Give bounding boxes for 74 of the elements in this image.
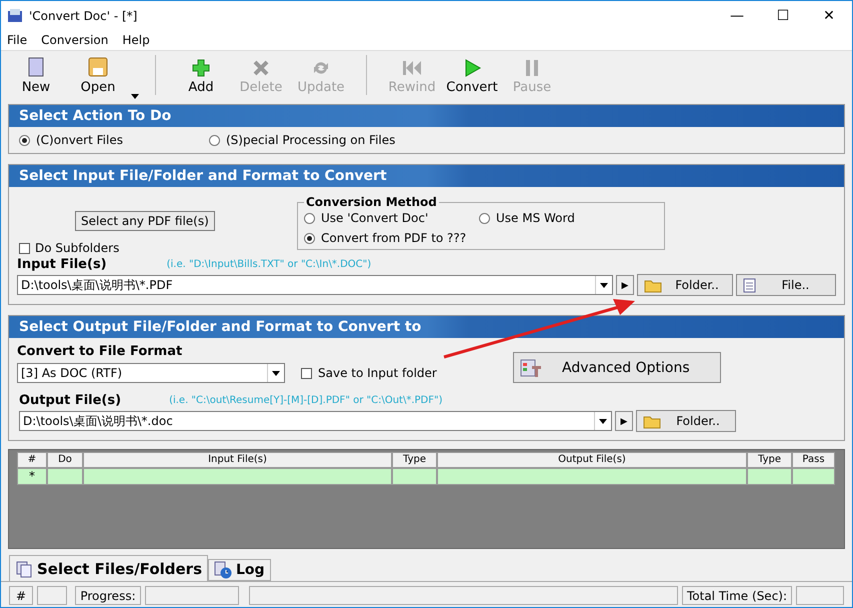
- new-row-marker: *: [17, 468, 47, 486]
- radio-button[interactable]: [304, 212, 315, 224]
- clock-icon: [214, 561, 232, 579]
- radio-button[interactable]: [304, 232, 315, 244]
- file-button[interactable]: File..: [736, 274, 836, 296]
- field-label: Input File(s): [17, 257, 107, 272]
- caret-icon: [272, 370, 280, 376]
- toolbar-button[interactable]: Add: [172, 51, 230, 100]
- caret-icon: [600, 282, 608, 288]
- menu-item[interactable]: Help: [122, 33, 150, 48]
- folder-button[interactable]: Folder..: [637, 274, 733, 296]
- radio-label: (C)onvert Files: [36, 133, 123, 148]
- column-header: #: [17, 452, 47, 468]
- status-field: [37, 586, 67, 605]
- field-label: Output File(s): [19, 393, 122, 408]
- input-path-field[interactable]: D:\tools\桌面\说明书\*.PDF: [17, 275, 613, 296]
- section-header: Select Output File/Folder and Format to Convert to: [9, 316, 844, 338]
- status-cell: Progress:: [75, 586, 141, 605]
- toolbar-button[interactable]: Convert: [443, 51, 501, 100]
- plus-icon: [191, 58, 211, 78]
- radio-button[interactable]: [479, 212, 490, 224]
- group-title: Conversion Method: [305, 195, 438, 210]
- folder-icon: [644, 278, 662, 293]
- caret-icon: [599, 418, 607, 424]
- document-icon: [743, 278, 756, 293]
- checkbox[interactable]: [301, 368, 312, 379]
- column-header: Pass: [792, 452, 835, 468]
- hint-text: (i.e. "C:\out\Resume[Y]-[M]-[D].PDF" or "C:\Out\*.PDF"): [169, 395, 442, 406]
- play-button[interactable]: ▶: [615, 411, 633, 432]
- field-label: Convert to File Format: [17, 344, 184, 360]
- radio-label: Convert from PDF to ???: [321, 231, 466, 246]
- column-header: Type: [747, 452, 792, 468]
- status-field: [796, 586, 844, 605]
- checkbox-label: Do Subfolders: [35, 241, 120, 256]
- hint-text: (i.e. "D:\Input\Bills.TXT" or "C:\In\*.DOC"): [166, 259, 372, 270]
- tab[interactable]: Log: [208, 559, 271, 581]
- menu-item[interactable]: Conversion: [41, 33, 108, 48]
- section-header: Select Input File/Folder and Format to Convert: [9, 165, 844, 188]
- folder-button[interactable]: Folder..: [636, 410, 736, 432]
- radio-label: (S)pecial Processing on Files: [226, 133, 396, 148]
- format-label: Select any PDF file(s): [75, 211, 215, 232]
- toolbar-button[interactable]: New: [7, 51, 65, 100]
- table-cell: [792, 468, 835, 486]
- toolbar-button[interactable]: Open: [67, 51, 129, 100]
- floppy-icon: [87, 56, 109, 78]
- documents-icon: [15, 560, 33, 578]
- status-cell: #: [9, 586, 33, 605]
- checkbox-label: Save to Input folder: [318, 366, 437, 380]
- column-header: Type: [392, 452, 437, 468]
- table-cell: [392, 468, 437, 486]
- column-header: Do: [47, 452, 83, 468]
- checkbox[interactable]: [19, 242, 30, 254]
- play-button[interactable]: ▶: [616, 275, 634, 296]
- format-dropdown[interactable]: [3] As DOC (RTF): [17, 363, 285, 384]
- menu-item[interactable]: File: [7, 33, 28, 48]
- radio-button[interactable]: [208, 134, 220, 146]
- radio-button[interactable]: [19, 134, 30, 146]
- status-cell: Total Time (Sec):: [682, 586, 792, 605]
- radio-label: Use MS Word: [496, 211, 575, 226]
- document-icon: [26, 56, 46, 78]
- advanced-options-button[interactable]: Advanced Options: [513, 352, 721, 384]
- app-icon: [7, 8, 23, 24]
- section-header: Select Action To Do: [9, 105, 844, 128]
- column-header: Output File(s): [437, 452, 747, 468]
- column-header: Input File(s): [83, 452, 392, 468]
- settings-icon: [520, 358, 542, 378]
- radio-label: Use 'Convert Doc': [321, 211, 428, 226]
- window-title: 'Convert Doc' - [*]: [29, 9, 138, 23]
- caret-icon: [131, 94, 139, 100]
- output-path-field[interactable]: D:\tools\桌面\说明书\*.doc: [19, 411, 612, 432]
- tab[interactable]: Select Files/Folders: [9, 555, 208, 581]
- table-cell: [747, 468, 792, 486]
- folder-icon: [643, 414, 661, 429]
- table-cell: [47, 468, 83, 486]
